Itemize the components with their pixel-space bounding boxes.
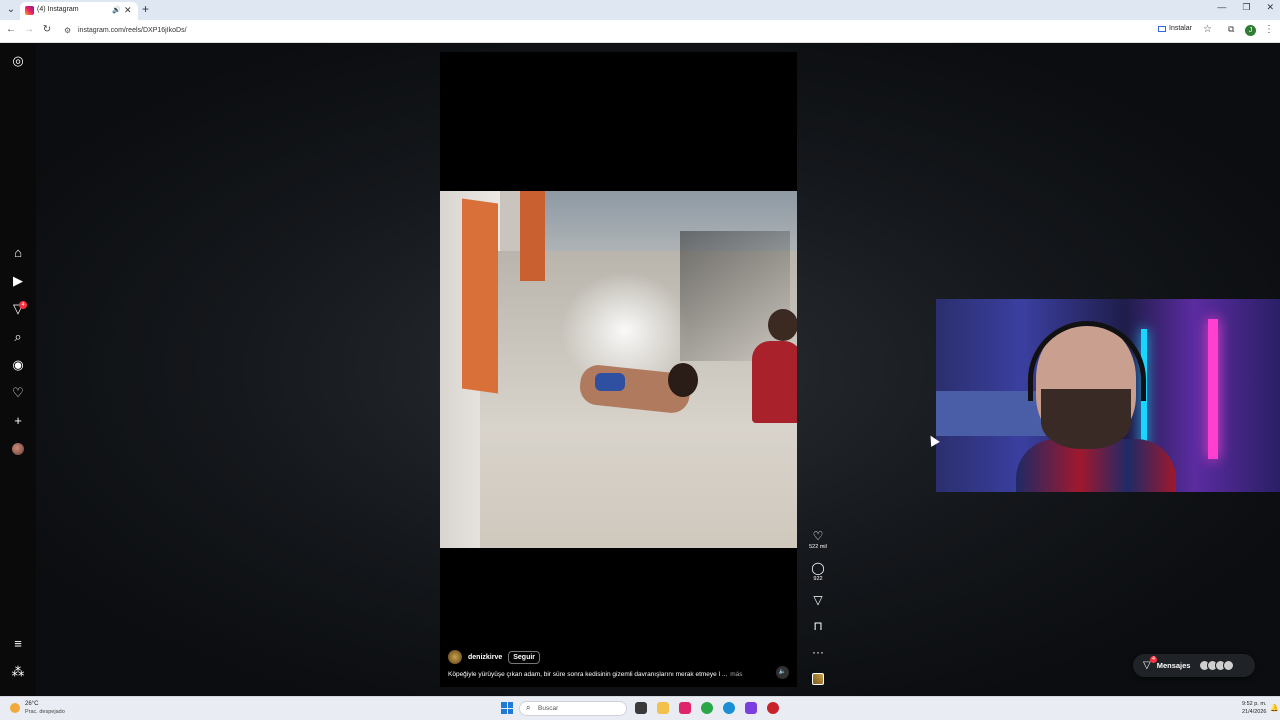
reload-icon[interactable]: ↻ — [40, 24, 54, 35]
messages-badge: 4 — [19, 301, 27, 309]
instagram-sidebar: ◎ ⌂ ▶ ▽ 4 ⌕ ◉ ♡ + ≡ ⁂ — [0, 43, 36, 696]
install-app-button[interactable]: Instalar — [1158, 25, 1192, 32]
restore-icon[interactable]: ❐ — [1242, 2, 1250, 13]
share-button[interactable]: ▽ — [806, 593, 830, 607]
clock-time[interactable]: 9:52 p. m. — [1242, 701, 1266, 707]
edge-icon[interactable] — [723, 702, 735, 714]
comment-count: 922 — [813, 576, 823, 582]
like-count: 522 mil — [809, 544, 827, 550]
caption-more-link[interactable]: más — [730, 671, 742, 678]
site-info-icon[interactable]: ⚙ — [64, 26, 71, 35]
bookmark-icon: ⊓ — [813, 619, 823, 633]
instagram-reels-page: ◎ ⌂ ▶ ▽ 4 ⌕ ◉ ♡ + ≡ ⁂ denizkirve Seguir … — [0, 43, 1280, 696]
home-icon[interactable]: ⌂ — [10, 245, 26, 261]
messages-avatars — [1199, 660, 1235, 671]
browser-tab-instagram[interactable]: (4) Instagram 🔊 ✕ — [20, 2, 138, 20]
author-username[interactable]: denizkirve — [468, 654, 502, 661]
taskbar-search-icon: ⌕ — [526, 703, 531, 712]
app-pink-icon[interactable] — [679, 702, 691, 714]
minimize-icon[interactable]: — — [1217, 2, 1226, 13]
browser-tab-strip: ⌄ (4) Instagram 🔊 ✕ + — ❐ ✕ — [0, 0, 1280, 20]
browser-profile-avatar[interactable]: J — [1245, 25, 1256, 36]
save-button[interactable]: ⊓ — [806, 619, 830, 633]
profile-avatar[interactable] — [12, 443, 24, 455]
windows-taskbar: 26°C Prac. despejado ⌕ Buscar 9:52 p. m.… — [0, 696, 1280, 720]
browser-toolbar: ← → ↻ ⚙ instagram.com/reels/DXP16jIkoDs/… — [0, 20, 1280, 43]
original-audio-thumbnail[interactable] — [812, 673, 824, 685]
tab-title: (4) Instagram — [37, 6, 79, 13]
url-text[interactable]: instagram.com/reels/DXP16jIkoDs/ — [78, 27, 187, 34]
browser-menu-icon[interactable]: ⋮ — [1264, 24, 1274, 35]
taskbar-search-label: Buscar — [538, 705, 559, 712]
author-avatar[interactable] — [448, 650, 462, 664]
windows-start-icon[interactable] — [501, 702, 513, 714]
caption-text: Köpeğiyle yürüyüşe çıkan adam, bir süre … — [448, 671, 728, 678]
reels-icon[interactable]: ▶ — [10, 273, 26, 289]
install-monitor-icon — [1158, 25, 1166, 32]
tab-close-icon[interactable]: ✕ — [124, 5, 132, 16]
comment-button[interactable]: ◯ 922 — [806, 561, 830, 582]
messages-send-icon: ▽ 4 — [1143, 656, 1157, 671]
taskbar-search[interactable]: ⌕ Buscar — [519, 701, 627, 716]
chrome-icon[interactable] — [701, 702, 713, 714]
file-explorer-icon[interactable] — [657, 702, 669, 714]
meta-apps-icon[interactable]: ⁂ — [10, 664, 26, 680]
webcam-overlay — [936, 299, 1280, 492]
more-options-button[interactable]: ··· — [806, 645, 830, 659]
explore-icon[interactable]: ◉ — [10, 357, 26, 373]
more-dots-icon: ··· — [812, 645, 824, 659]
reel-author-row: denizkirve Seguir — [448, 650, 541, 664]
install-label: Instalar — [1169, 25, 1192, 32]
messages-floating-button[interactable]: ▽ 4 Mensajes — [1133, 654, 1255, 677]
address-bar[interactable]: ⚙ instagram.com/reels/DXP16jIkoDs/ — [60, 23, 1150, 40]
clock-date[interactable]: 21/4/2026 — [1242, 709, 1266, 715]
tab-search-chevron-icon[interactable]: ⌄ — [4, 3, 18, 17]
notifications-heart-icon[interactable]: ♡ — [10, 385, 26, 401]
messages-label: Mensajes — [1156, 661, 1191, 670]
tab-audio-icon[interactable]: 🔊 — [112, 6, 121, 14]
forward-arrow-icon[interactable]: → — [22, 24, 36, 35]
app-purple-icon[interactable] — [745, 702, 757, 714]
like-button[interactable]: ♡ 522 mil — [806, 529, 830, 550]
create-plus-icon[interactable]: + — [10, 413, 26, 429]
reel-video-frame[interactable] — [440, 191, 797, 548]
task-view-icon[interactable] — [635, 702, 647, 714]
share-send-icon: ▽ — [813, 593, 823, 607]
weather-description[interactable]: Prac. despejado — [25, 709, 65, 715]
reel-caption[interactable]: Köpeğiyle yürüyüşe çıkan adam, bir süre … — [448, 671, 743, 678]
instagram-favicon-icon — [25, 6, 34, 15]
close-window-icon[interactable]: ✕ — [1266, 2, 1274, 13]
weather-temperature[interactable]: 26°C — [25, 701, 38, 707]
more-menu-icon[interactable]: ≡ — [10, 636, 26, 652]
audio-mute-icon[interactable]: 🔈 — [776, 666, 789, 679]
app-red-icon[interactable] — [767, 702, 779, 714]
bookmark-star-icon[interactable]: ☆ — [1203, 24, 1212, 35]
reel-player[interactable]: denizkirve Seguir Köpeğiyle yürüyüşe çık… — [440, 52, 797, 687]
window-controls: — ❐ ✕ — [1217, 2, 1274, 13]
messages-pill-badge: 4 — [1150, 656, 1157, 663]
notifications-bell-icon[interactable]: 🔔 — [1270, 704, 1279, 712]
instagram-logo-icon[interactable]: ◎ — [10, 53, 26, 69]
weather-sun-icon[interactable] — [10, 703, 20, 713]
new-tab-plus-icon[interactable]: + — [142, 2, 149, 16]
search-icon[interactable]: ⌕ — [10, 329, 26, 345]
heart-icon: ♡ — [812, 529, 824, 543]
back-arrow-icon[interactable]: ← — [4, 24, 18, 35]
extensions-icon[interactable]: ⧉ — [1228, 24, 1234, 35]
follow-button[interactable]: Seguir — [508, 650, 541, 664]
comment-bubble-icon: ◯ — [811, 561, 825, 575]
